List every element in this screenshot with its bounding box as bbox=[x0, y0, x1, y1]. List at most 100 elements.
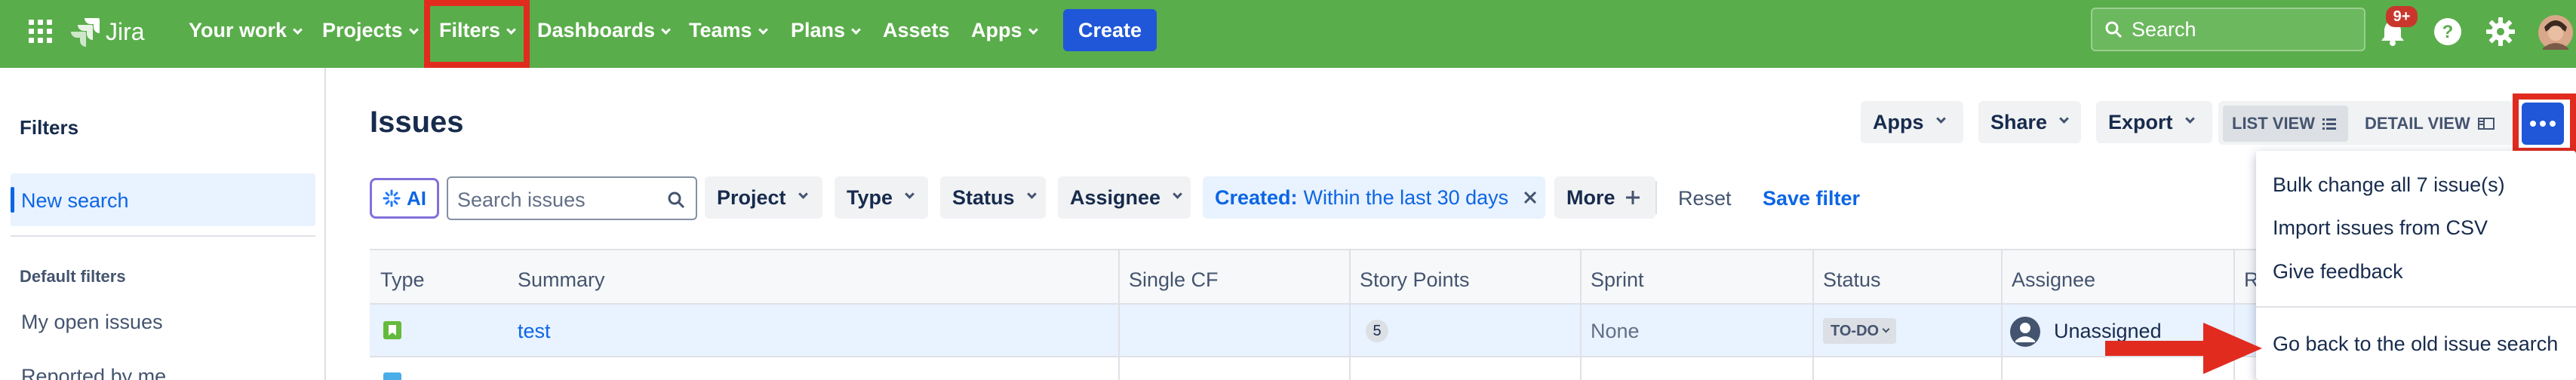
annotation-arrow bbox=[2105, 323, 2262, 374]
sidebar-item-new-search[interactable]: New search bbox=[11, 173, 315, 226]
apps-button[interactable]: Apps bbox=[1861, 101, 1963, 143]
status-lozenge[interactable]: TO-DO bbox=[1823, 318, 1897, 344]
menu-item-old-issue-search[interactable]: Go back to the old issue search bbox=[2273, 332, 2558, 356]
active-indicator bbox=[11, 187, 14, 213]
column-divider bbox=[2001, 249, 2003, 380]
nav-apps[interactable]: Apps bbox=[971, 19, 1038, 41]
column-header-summary[interactable]: Summary bbox=[518, 268, 605, 292]
chevron-down-icon bbox=[905, 188, 915, 199]
chevron-down-icon bbox=[2184, 113, 2195, 124]
type-filter[interactable]: Type bbox=[835, 176, 928, 219]
gear-icon[interactable] bbox=[2485, 17, 2516, 47]
more-filters-label: More bbox=[1566, 185, 1615, 209]
chevron-down-icon bbox=[1173, 188, 1182, 199]
detail-view-icon bbox=[2477, 118, 2495, 130]
nav-apps-label: Apps bbox=[971, 19, 1022, 41]
search-issues-placeholder: Search issues bbox=[457, 188, 586, 211]
chevron-down-icon bbox=[758, 25, 768, 35]
more-actions-menu: Bulk change all 7 issue(s) Import issues… bbox=[2256, 151, 2576, 380]
nav-dashboards[interactable]: Dashboards bbox=[537, 19, 671, 41]
menu-item-give-feedback[interactable]: Give feedback bbox=[2273, 260, 2403, 283]
nav-projects[interactable]: Projects bbox=[322, 20, 419, 41]
column-header-assignee[interactable]: Assignee bbox=[2012, 268, 2095, 292]
task-icon bbox=[383, 372, 401, 380]
help-icon[interactable]: ? bbox=[2433, 17, 2463, 47]
chevron-down-icon bbox=[1028, 25, 1038, 35]
chevron-down-icon bbox=[2059, 113, 2069, 124]
type-filter-label: Type bbox=[847, 185, 893, 209]
status-filter[interactable]: Status bbox=[940, 176, 1046, 219]
column-divider bbox=[1580, 249, 1582, 380]
list-view-tab[interactable]: LIST VIEW bbox=[2223, 106, 2348, 142]
sidebar-item-reported-by-me[interactable]: Reported by me bbox=[21, 365, 166, 380]
chevron-down-icon bbox=[408, 25, 419, 35]
share-button-label: Share bbox=[1990, 110, 2048, 133]
share-button[interactable]: Share bbox=[1978, 101, 2081, 143]
plus-icon bbox=[1625, 191, 1640, 204]
nav-your-work-label: Your work bbox=[189, 19, 287, 41]
project-filter[interactable]: Project bbox=[705, 176, 822, 219]
created-filter-chip[interactable]: Created: Within the last 30 days bbox=[1203, 176, 1545, 219]
detail-view-label: DETAIL VIEW bbox=[2365, 114, 2470, 133]
created-filter-key: Created: bbox=[1215, 185, 1298, 209]
jira-logo-icon[interactable] bbox=[69, 17, 100, 48]
column-divider bbox=[1812, 249, 1814, 380]
page-title: Issues bbox=[370, 106, 464, 139]
chevron-down-icon bbox=[1935, 113, 1946, 124]
global-search-input[interactable]: Search bbox=[2091, 8, 2365, 51]
chevron-down-icon bbox=[1882, 325, 1890, 332]
ai-button[interactable]: AI bbox=[370, 178, 439, 219]
close-icon[interactable] bbox=[1523, 191, 1537, 204]
assignee-filter[interactable]: Assignee bbox=[1058, 176, 1191, 219]
user-avatar[interactable] bbox=[2538, 15, 2573, 50]
sidebar-divider bbox=[11, 235, 315, 237]
status-filter-label: Status bbox=[952, 185, 1015, 209]
status-lozenge-label: TO-DO bbox=[1831, 322, 1880, 339]
column-header-sprint[interactable]: Sprint bbox=[1591, 268, 1644, 292]
assignee-filter-label: Assignee bbox=[1070, 185, 1161, 209]
nav-your-work[interactable]: Your work bbox=[189, 19, 303, 41]
chevron-down-icon bbox=[293, 25, 303, 35]
detail-view-tab[interactable]: DETAIL VIEW bbox=[2356, 106, 2504, 142]
more-filters-button[interactable]: More bbox=[1554, 176, 1655, 219]
chevron-down-icon bbox=[661, 25, 671, 35]
svg-text:?: ? bbox=[2442, 22, 2454, 42]
sidebar-item-my-open-issues[interactable]: My open issues bbox=[21, 311, 163, 334]
export-button-label: Export bbox=[2108, 110, 2173, 133]
sidebar: Filters New search Default filters My op… bbox=[0, 68, 326, 380]
sidebar-heading: Filters bbox=[20, 116, 79, 139]
column-header-single-cf[interactable]: Single CF bbox=[1129, 268, 1219, 292]
menu-item-import-csv[interactable]: Import issues from CSV bbox=[2273, 216, 2488, 240]
chevron-down-icon bbox=[851, 25, 861, 35]
column-header-type[interactable]: Type bbox=[380, 268, 425, 292]
column-header-story-points[interactable]: Story Points bbox=[1360, 268, 1470, 292]
issue-summary-link[interactable]: test bbox=[518, 320, 551, 343]
nav-teams[interactable]: Teams bbox=[689, 19, 768, 41]
nav-teams-label: Teams bbox=[689, 19, 752, 41]
top-navigation-bar: Jira Your work Projects Filters Dashboar… bbox=[0, 0, 2576, 68]
reset-button[interactable]: Reset bbox=[1678, 187, 1732, 210]
create-button[interactable]: Create bbox=[1063, 9, 1157, 51]
global-search-placeholder: Search bbox=[2132, 17, 2196, 41]
sidebar-item-new-search-label: New search bbox=[21, 189, 129, 212]
search-issues-input[interactable]: Search issues bbox=[447, 176, 697, 220]
filter-divider bbox=[1655, 181, 1657, 214]
nav-plans[interactable]: Plans bbox=[791, 19, 861, 41]
nav-assets[interactable]: Assets bbox=[883, 20, 950, 41]
app-switcher-icon[interactable] bbox=[29, 20, 53, 44]
save-filter-button[interactable]: Save filter bbox=[1763, 187, 1860, 210]
jira-logo-text[interactable]: Jira bbox=[106, 20, 145, 44]
column-header-status[interactable]: Status bbox=[1823, 268, 1881, 292]
menu-item-bulk-change[interactable]: Bulk change all 7 issue(s) bbox=[2273, 173, 2505, 197]
search-icon bbox=[2105, 21, 2123, 38]
nav-plans-label: Plans bbox=[791, 19, 846, 41]
column-divider bbox=[1118, 249, 1120, 380]
story-icon bbox=[383, 321, 401, 339]
nav-dashboards-label: Dashboards bbox=[537, 19, 656, 41]
menu-divider bbox=[2256, 306, 2576, 308]
ai-sparkle-icon bbox=[383, 189, 401, 207]
ai-button-label: AI bbox=[407, 186, 426, 210]
sprint-value: None bbox=[1591, 320, 1640, 342]
created-filter-value: Within the last 30 days bbox=[1303, 185, 1509, 209]
export-button[interactable]: Export bbox=[2096, 101, 2212, 143]
